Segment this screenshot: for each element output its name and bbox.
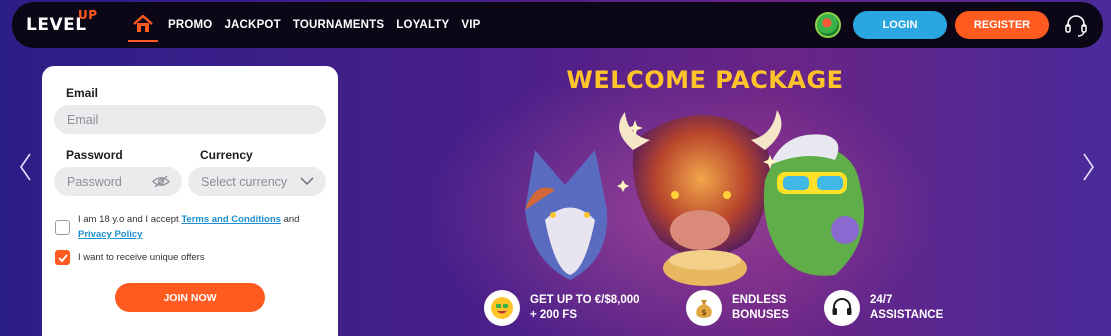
nav-link-loyalty[interactable]: LOYALTY: [396, 19, 449, 31]
offers-text: I want to receive unique offers: [78, 252, 205, 263]
age-terms-checkbox[interactable]: [55, 220, 70, 235]
headset-support-icon[interactable]: [1063, 12, 1089, 38]
password-label: Password: [66, 148, 123, 162]
slot-characters-illustration: [525, 110, 865, 286]
home-icon[interactable]: [128, 8, 158, 42]
offers-checkbox[interactable]: [55, 250, 70, 265]
logo-sup: UP: [78, 8, 98, 22]
welcome-title: WELCOME PACKAGE: [566, 66, 844, 94]
feature-bonus: GET UP TO €/$8,000 + 200 FS: [484, 290, 640, 326]
password-input[interactable]: Password: [54, 167, 182, 196]
email-label: Email: [66, 86, 99, 100]
age-terms-prefix: I am 18 y.o and I accept: [78, 214, 179, 225]
chevron-down-icon: [300, 177, 314, 186]
currency-select[interactable]: Select currency: [188, 167, 326, 196]
signup-form: Email Email Password Password Currency S…: [42, 66, 338, 336]
login-button[interactable]: LOGIN: [853, 11, 947, 39]
currency-label: Currency: [200, 148, 253, 162]
register-button[interactable]: REGISTER: [955, 11, 1049, 39]
promo-avatar-icon[interactable]: [815, 12, 841, 38]
join-now-button[interactable]: JOIN NOW: [115, 283, 265, 312]
slider-prev-arrow-icon[interactable]: [18, 152, 32, 182]
checkmark-icon: [57, 253, 68, 262]
frog-head: [763, 144, 865, 276]
age-terms-text: I am 18 y.o and I accept Terms and Condi…: [78, 212, 318, 242]
nav-links: PROMO JACKPOT TOURNAMENTS LOYALTY VIP: [168, 19, 493, 31]
age-terms-and: and: [283, 214, 300, 225]
nav-link-vip[interactable]: VIP: [461, 19, 480, 31]
email-input[interactable]: Email: [54, 105, 326, 134]
nav-right: LOGIN REGISTER: [815, 11, 1103, 39]
top-nav: LEVEL UP PROMO JACKPOT TOURNAMENTS LOYAL…: [12, 2, 1103, 48]
feature-assistance-text: 24/7 ASSISTANCE: [870, 294, 944, 321]
nav-link-promo[interactable]: PROMO: [168, 19, 212, 31]
currency-placeholder: Select currency: [201, 174, 288, 189]
money-face-icon: [484, 290, 520, 326]
headset-icon: [824, 290, 860, 326]
feature-assistance: 24/7 ASSISTANCE: [824, 290, 943, 326]
feature-endless: $ ENDLESS BONUSES: [686, 290, 789, 326]
feature-endless-text: ENDLESS BONUSES: [732, 294, 789, 321]
privacy-link[interactable]: Privacy Policy: [78, 229, 142, 240]
svg-text:$: $: [701, 308, 707, 317]
nav-link-tournaments[interactable]: TOURNAMENTS: [293, 19, 384, 31]
feature-bonus-text: GET UP TO €/$8,000 + 200 FS: [530, 294, 640, 321]
logo[interactable]: LEVEL UP: [26, 8, 104, 35]
password-placeholder: Password: [67, 174, 122, 189]
slider-next-arrow-icon[interactable]: [1082, 152, 1096, 182]
money-bag-icon: $: [686, 290, 722, 326]
terms-link[interactable]: Terms and Conditions: [181, 214, 281, 225]
nav-link-jackpot[interactable]: JACKPOT: [224, 19, 280, 31]
eye-hidden-icon[interactable]: [152, 175, 170, 188]
